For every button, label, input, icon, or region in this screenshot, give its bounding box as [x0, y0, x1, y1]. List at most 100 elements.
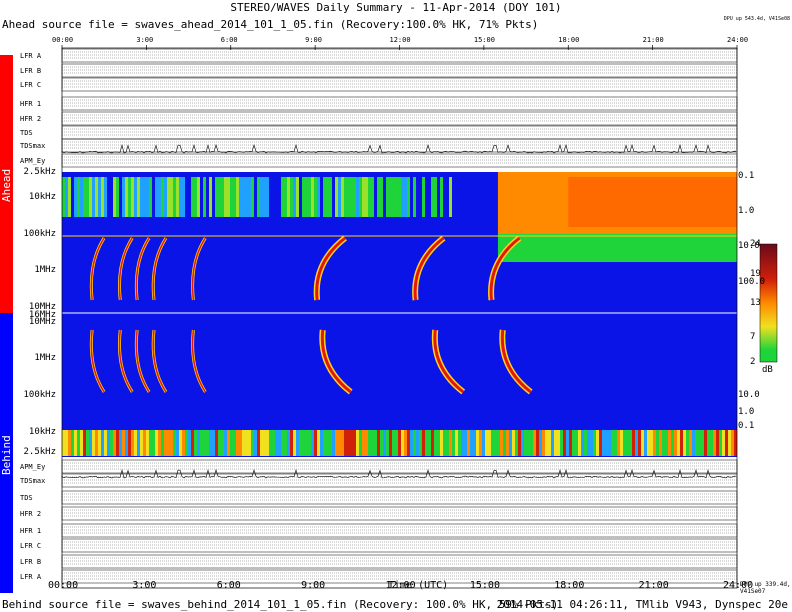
- behind-lowfreq-noise: [641, 430, 644, 456]
- ahead-channel-label: LFR C: [20, 81, 42, 89]
- behind-frequency-label: 2.5kHz: [23, 447, 56, 457]
- behind-lowfreq-noise: [350, 430, 353, 456]
- behind-lowfreq-noise: [542, 430, 545, 456]
- behind-lowfreq-noise: [629, 430, 632, 456]
- ahead-lowfreq-noise: [242, 177, 245, 217]
- behind-lowfreq-noise: [545, 430, 548, 456]
- behind-lowfreq-noise: [437, 430, 440, 456]
- behind-channel-frame: [61, 523, 738, 538]
- behind-lowfreq-noise: [686, 430, 689, 456]
- behind-lowfreq-noise: [77, 430, 80, 456]
- behind-lowfreq-noise: [200, 430, 203, 456]
- behind-lowfreq-noise: [578, 430, 581, 456]
- behind-lowfreq-noise: [620, 430, 623, 456]
- ahead-lowfreq-noise: [233, 177, 236, 217]
- bottom-time-tick-label: 18:00: [554, 580, 585, 591]
- behind-lowfreq-noise: [506, 430, 509, 456]
- behind-lowfreq-noise: [407, 430, 410, 456]
- behind-lowfreq-noise: [608, 430, 611, 456]
- ahead-lowfreq-noise: [245, 177, 248, 217]
- behind-lowfreq-noise: [395, 430, 398, 456]
- behind-channel-label: TDSmax: [20, 477, 46, 485]
- behind-lowfreq-noise: [155, 430, 158, 456]
- behind-lowfreq-noise: [434, 430, 437, 456]
- behind-lowfreq-noise: [422, 430, 425, 456]
- behind-lowfreq-noise: [299, 430, 302, 456]
- behind-lowfreq-noise: [425, 430, 428, 456]
- ahead-lowfreq-noise: [380, 177, 383, 217]
- behind-lowfreq-noise: [110, 430, 113, 456]
- ahead-lowfreq-noise: [251, 177, 254, 217]
- behind-lowfreq-noise: [650, 430, 653, 456]
- ahead-lowfreq-noise: [362, 177, 365, 217]
- behind-right-scale-label: 1.0: [738, 407, 755, 417]
- behind-lowfreq-noise: [554, 430, 557, 456]
- behind-lowfreq-noise: [596, 430, 599, 456]
- behind-lowfreq-noise: [146, 430, 149, 456]
- ahead-channel-frame: [61, 48, 738, 63]
- ahead-channel-frame: [61, 138, 738, 153]
- ahead-lowfreq-noise: [92, 177, 95, 217]
- behind-lowfreq-noise: [164, 430, 167, 456]
- behind-lowfreq-noise: [401, 430, 404, 456]
- behind-lowfreq-noise: [119, 430, 122, 456]
- behind-lowfreq-noise: [440, 430, 443, 456]
- ahead-lowfreq-noise: [128, 177, 131, 217]
- behind-lowfreq-noise: [284, 430, 287, 456]
- ahead-channel-frame: [61, 111, 738, 126]
- ahead-lowfreq-noise: [224, 177, 227, 217]
- ahead-lowfreq-noise: [209, 177, 212, 217]
- behind-lowfreq-noise: [467, 430, 470, 456]
- behind-lowfreq-noise: [548, 430, 551, 456]
- colorbar-tick-label: 13: [750, 298, 761, 308]
- behind-lowfreq-noise: [98, 430, 101, 456]
- behind-lowfreq-noise: [191, 430, 194, 456]
- behind-lowfreq-noise: [194, 430, 197, 456]
- behind-lowfreq-noise: [275, 430, 278, 456]
- ahead-lowfreq-noise: [125, 177, 128, 217]
- ahead-frequency-label: 100kHz: [23, 229, 56, 239]
- ahead-lowfreq-noise: [341, 177, 344, 217]
- behind-lowfreq-noise: [659, 430, 662, 456]
- behind-lowfreq-noise: [218, 430, 221, 456]
- behind-lowfreq-noise: [122, 430, 125, 456]
- ahead-lowfreq-noise: [371, 177, 374, 217]
- ahead-lowfreq-noise: [410, 177, 413, 217]
- behind-lowfreq-noise: [512, 430, 515, 456]
- behind-lowfreq-noise: [359, 430, 362, 456]
- behind-lowfreq-noise: [290, 430, 293, 456]
- spectrogram-chart: [61, 45, 778, 589]
- behind-lowfreq-noise: [713, 430, 716, 456]
- ahead-lowfreq-noise: [392, 177, 395, 217]
- behind-lowfreq-noise: [137, 430, 140, 456]
- behind-lowfreq-noise: [587, 430, 590, 456]
- behind-lowfreq-noise: [347, 430, 350, 456]
- ahead-channel-label: LFR A: [20, 52, 42, 60]
- top-time-tick-label: 24:00: [727, 36, 749, 44]
- ahead-lowfreq-noise: [230, 177, 233, 217]
- ahead-lowfreq-noise: [290, 177, 293, 217]
- behind-lowfreq-noise: [497, 430, 500, 456]
- behind-lowfreq-noise: [125, 430, 128, 456]
- ahead-lowfreq-noise: [140, 177, 143, 217]
- ahead-lowfreq-noise: [404, 177, 407, 217]
- behind-lowfreq-noise: [500, 430, 503, 456]
- ahead-lowfreq-noise: [317, 177, 320, 217]
- behind-lowfreq-noise: [452, 430, 455, 456]
- top-time-tick-label: 15:00: [473, 36, 495, 44]
- behind-lowfreq-noise: [257, 430, 260, 456]
- behind-lowfreq-noise: [389, 430, 392, 456]
- behind-lowfreq-noise: [593, 430, 596, 456]
- ahead-lowfreq-noise: [152, 177, 155, 217]
- behind-lowfreq-noise: [722, 430, 725, 456]
- colorbar: [759, 243, 778, 363]
- ahead-lowfreq-noise: [302, 177, 305, 217]
- ahead-channel-frame: [61, 96, 738, 111]
- behind-lowfreq-noise: [326, 430, 329, 456]
- ahead-enhanced-core: [568, 177, 737, 227]
- behind-lowfreq-noise: [89, 430, 92, 456]
- behind-lowfreq-noise: [566, 430, 569, 456]
- behind-lowfreq-noise: [338, 430, 341, 456]
- behind-lowfreq-noise: [185, 430, 188, 456]
- top-time-tick-label: 3:00: [136, 36, 154, 44]
